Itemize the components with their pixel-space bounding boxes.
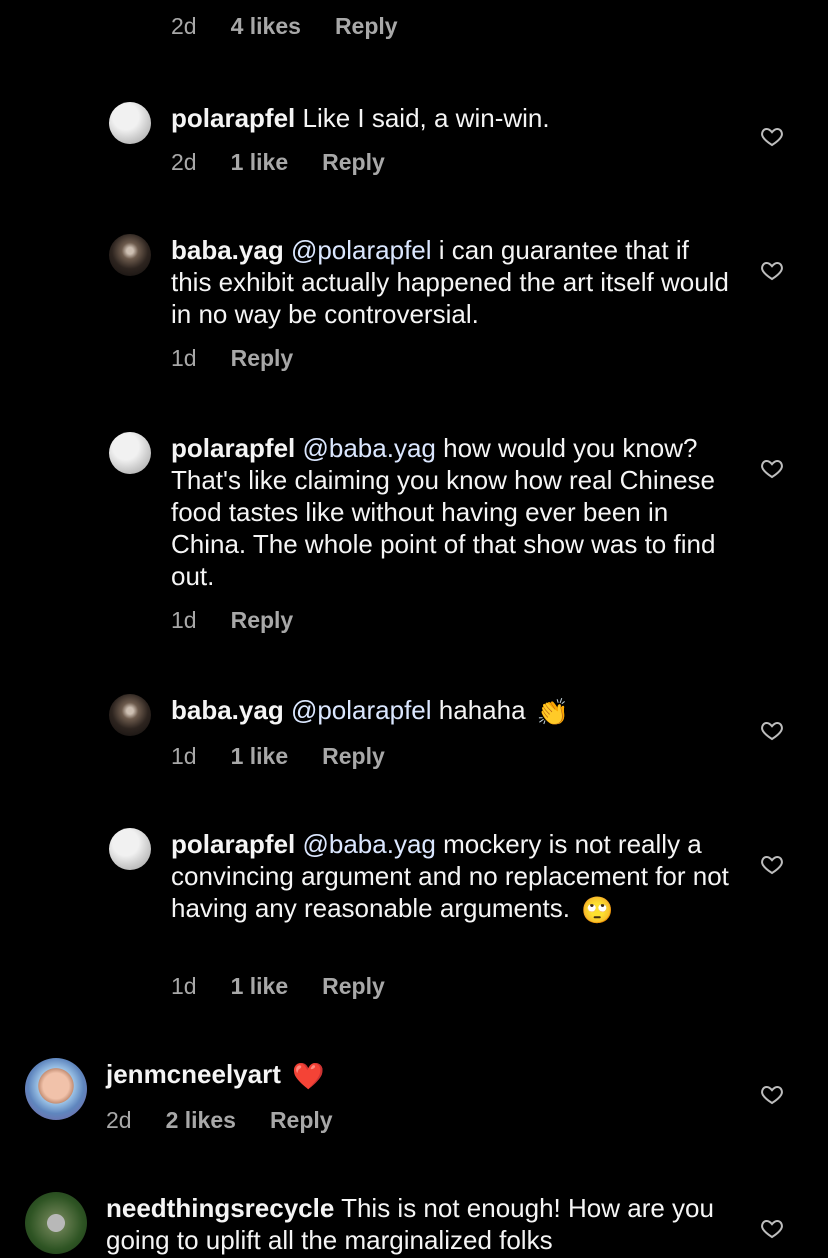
reply-button[interactable]: Reply [231, 344, 294, 372]
mention-link[interactable]: @polarapfel [291, 235, 432, 265]
comment-item: jenmcneelyart ❤️ 2d 2 likes Reply [0, 1058, 828, 1148]
comment-time: 2d [106, 1107, 132, 1133]
comment-likes[interactable]: 4 likes [231, 12, 301, 40]
comment-username[interactable]: polarapfel [171, 829, 295, 859]
comment-username[interactable]: polarapfel [171, 103, 295, 133]
mention-link[interactable]: @polarapfel [291, 695, 432, 725]
comment-username[interactable]: jenmcneelyart [106, 1059, 281, 1089]
comment-text: hahaha [438, 695, 526, 725]
comment-meta: 1d 1 like Reply [171, 742, 385, 770]
heart-icon[interactable] [760, 258, 784, 282]
avatar[interactable] [25, 1058, 87, 1120]
comment-time: 1d [171, 743, 197, 769]
heart-icon[interactable] [760, 852, 784, 876]
comment-time: 1d [171, 345, 197, 371]
heart-icon[interactable] [760, 1082, 784, 1106]
comment-body: polarapfel Like I said, a win-win. [171, 102, 731, 134]
comment-username[interactable]: needthingsrecycle [106, 1193, 334, 1223]
reply-button[interactable]: Reply [322, 742, 385, 770]
comment-body: needthingsrecycle This is not enough! Ho… [106, 1192, 726, 1256]
comment-item: baba.yag @polarapfel hahaha 👏 1d 1 like … [0, 694, 828, 774]
clapping-hands-emoji: 👏 [536, 697, 570, 728]
comment-item: polarapfel @baba.yag mockery is not real… [0, 828, 828, 1000]
heart-icon[interactable] [760, 718, 784, 742]
comment-item: needthingsrecycle This is not enough! Ho… [0, 1192, 828, 1258]
comment-likes[interactable]: 1 like [231, 742, 289, 770]
comment-username[interactable]: polarapfel [171, 433, 295, 463]
avatar[interactable] [109, 234, 151, 276]
comment-username[interactable]: baba.yag [171, 235, 284, 265]
comment-item: polarapfel @baba.yag how would you know?… [0, 432, 828, 634]
comment-meta: 1d 1 like Reply [171, 972, 385, 1000]
comment-likes[interactable]: 2 likes [166, 1106, 236, 1134]
comment-item: baba.yag @polarapfel i can guarantee tha… [0, 234, 828, 384]
comment-body: baba.yag @polarapfel i can guarantee tha… [171, 234, 731, 330]
avatar[interactable] [25, 1192, 87, 1254]
comment-time: 2d [171, 149, 197, 175]
comment-body: polarapfel @baba.yag how would you know?… [171, 432, 731, 592]
comment-username[interactable]: baba.yag [171, 695, 284, 725]
top-meta-row: 2d 4 likes Reply [171, 12, 398, 40]
reply-button[interactable]: Reply [322, 972, 385, 1000]
comment-body: baba.yag @polarapfel hahaha 👏 [171, 694, 731, 728]
avatar[interactable] [109, 102, 151, 144]
comment-meta: 2d 1 like Reply [171, 148, 385, 176]
avatar[interactable] [109, 828, 151, 870]
mention-link[interactable]: @baba.yag [302, 829, 435, 859]
reply-button[interactable]: Reply [335, 12, 398, 40]
comment-text: Like I said, a win-win. [302, 103, 550, 133]
heart-icon[interactable] [760, 124, 784, 148]
comment-meta: 1d Reply [171, 606, 293, 634]
comment-body: polarapfel @baba.yag mockery is not real… [171, 828, 731, 926]
mention-link[interactable]: @baba.yag [302, 433, 435, 463]
comment-item: polarapfel Like I said, a win-win. 2d 1 … [0, 102, 828, 182]
avatar[interactable] [109, 694, 151, 736]
face-with-rolling-eyes-emoji: 🙄 [581, 895, 614, 926]
reply-button[interactable]: Reply [270, 1106, 333, 1134]
reply-button[interactable]: Reply [231, 606, 294, 634]
avatar[interactable] [109, 432, 151, 474]
comment-meta: 2d 2 likes Reply [106, 1106, 333, 1134]
comment-time: 1d [171, 607, 197, 633]
comment-likes[interactable]: 1 like [231, 972, 289, 1000]
heart-icon[interactable] [760, 1216, 784, 1240]
comment-time: 2d [171, 13, 197, 39]
comment-time: 1d [171, 973, 197, 999]
red-heart-emoji: ❤️ [292, 1061, 325, 1092]
comment-likes[interactable]: 1 like [231, 148, 289, 176]
comment-body: jenmcneelyart ❤️ [106, 1058, 726, 1092]
heart-icon[interactable] [760, 456, 784, 480]
reply-button[interactable]: Reply [322, 148, 385, 176]
comment-meta: 1d Reply [171, 344, 293, 372]
